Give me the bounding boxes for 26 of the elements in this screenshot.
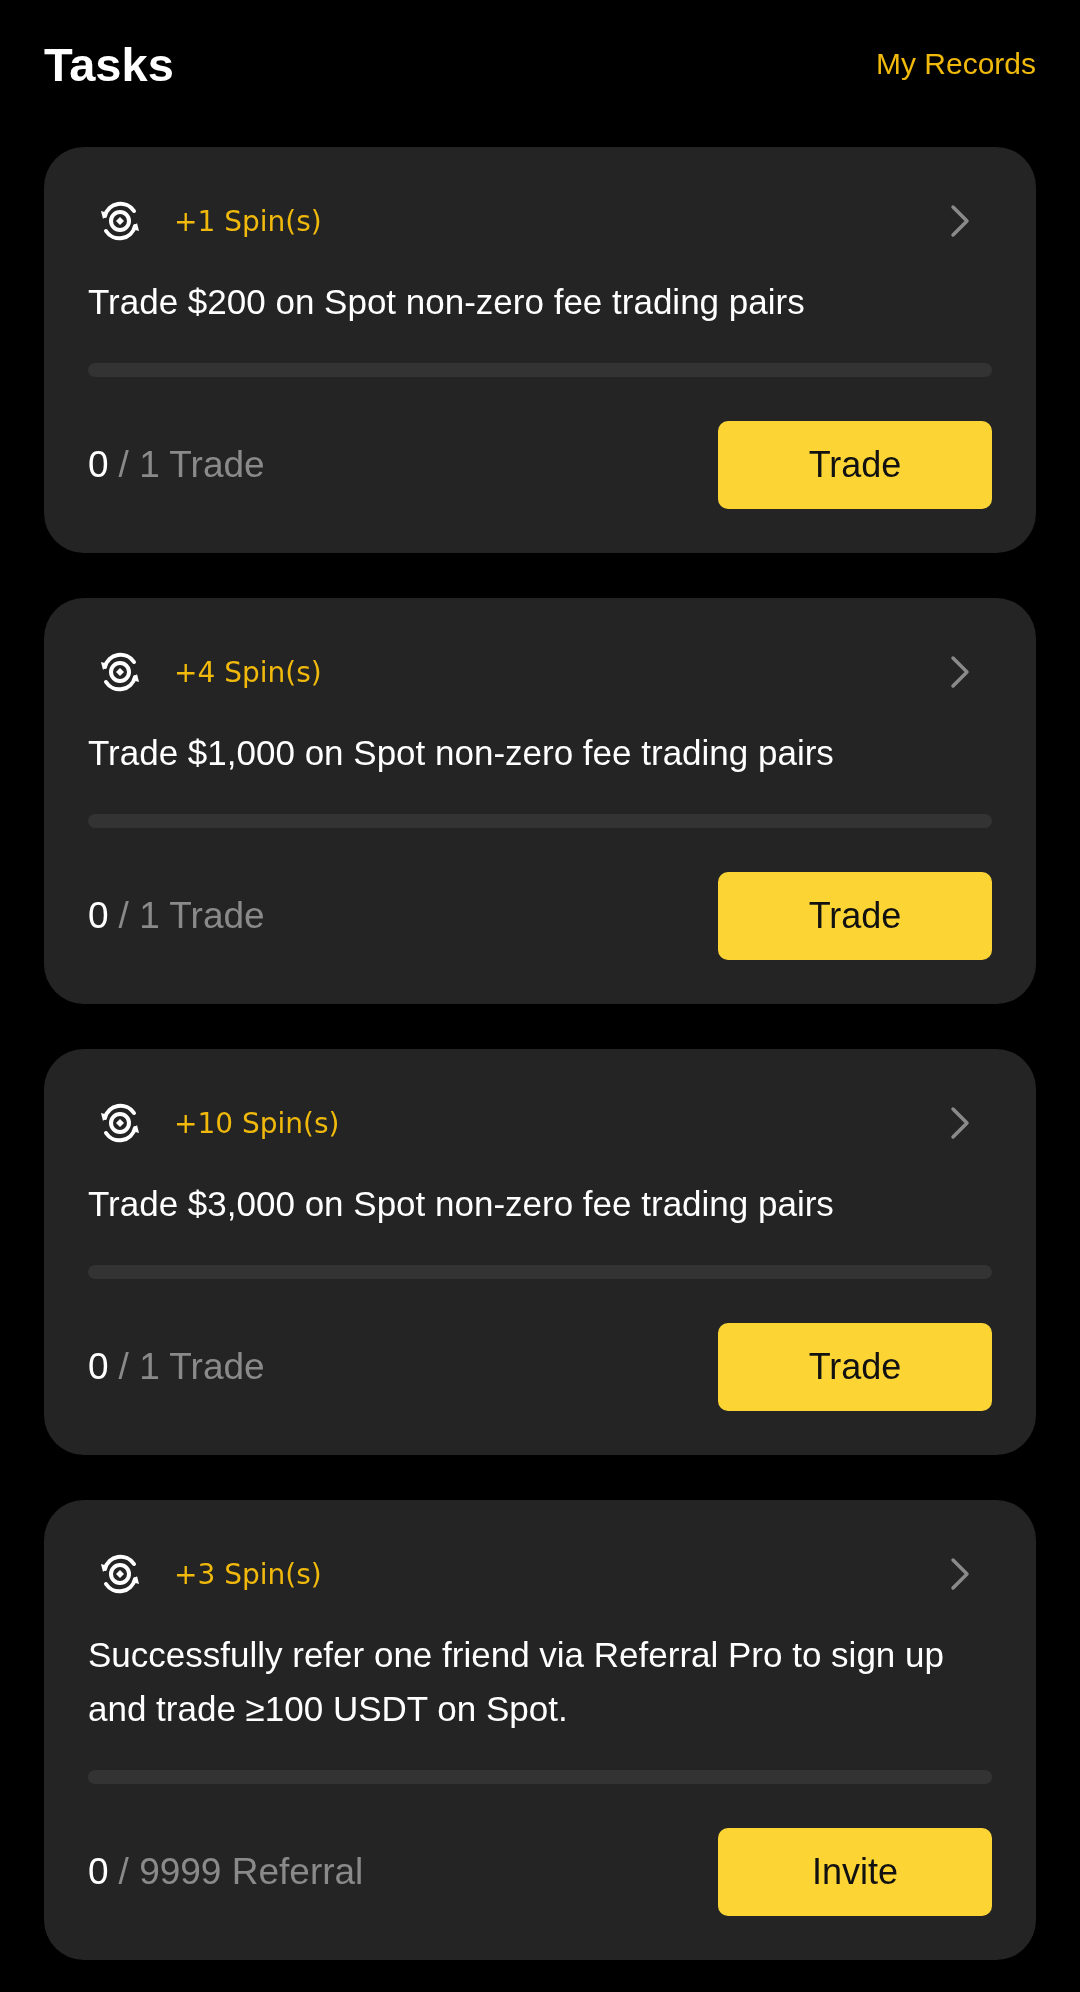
progress-count: 0	[88, 1851, 109, 1892]
action-button[interactable]: Trade	[718, 421, 992, 509]
action-button[interactable]: Trade	[718, 1323, 992, 1411]
my-records-link[interactable]: My Records	[875, 47, 1036, 81]
chevron-right-icon[interactable]	[950, 1557, 970, 1591]
progress-target: / 1 Trade	[118, 895, 265, 936]
page-title: Tasks	[44, 36, 174, 92]
chevron-right-icon[interactable]	[950, 655, 970, 689]
spin-reward: +10 Spin(s)	[174, 1106, 341, 1140]
progress-target: / 1 Trade	[118, 444, 265, 485]
task-description: Trade $1,000 on Spot non-zero fee trading pairs	[88, 732, 835, 774]
spin-reward: +4 Spin(s)	[174, 655, 323, 689]
chevron-right-icon[interactable]	[950, 1106, 970, 1140]
progress-target: / 1 Trade	[118, 1346, 265, 1387]
task-description: Trade $3,000 on Spot non-zero fee trading pairs	[88, 1183, 835, 1225]
spin-reward: +1 Spin(s)	[174, 204, 323, 238]
progress-count: 0	[88, 895, 109, 936]
action-button[interactable]: Trade	[718, 872, 992, 960]
action-button[interactable]: Invite	[718, 1828, 992, 1916]
task-description: Trade $200 on Spot non-zero fee trading pairs	[88, 281, 806, 323]
spin-reward: +3 Spin(s)	[174, 1557, 323, 1591]
progress-target: / 9999 Referral	[118, 1851, 364, 1892]
progress-count: 0	[88, 1346, 109, 1387]
task-description: Successfully refer one friend via Referral Pro to sign up and trade ≥100 USDT on Spot.	[88, 1634, 945, 1730]
progress-count: 0	[88, 444, 109, 485]
chevron-right-icon[interactable]	[950, 204, 970, 238]
